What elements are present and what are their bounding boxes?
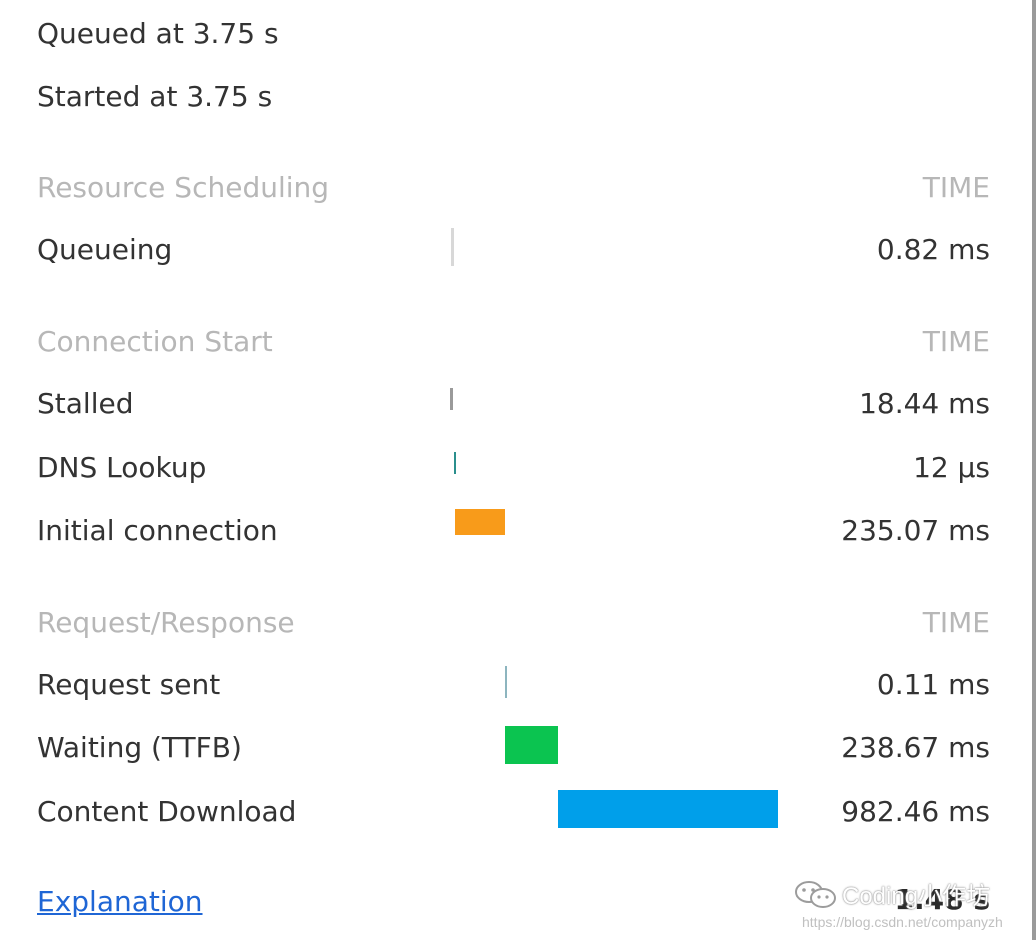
time-column-header: TIME [922,171,990,204]
timing-duration: 18.44 ms [859,387,990,420]
timing-duration: 235.07 ms [841,514,990,547]
section-title: Request/Response [37,606,295,639]
total-duration: 1.48 s [894,883,991,916]
timing-label: Content Download [37,795,297,828]
started-at-text: Started at 3.75 s [37,80,273,113]
timing-duration: 238.67 ms [841,731,990,764]
panel-right-border [1032,0,1036,940]
resource-scheduling-header: Resource Scheduling TIME [37,172,990,204]
timing-row-request-sent: Request sent 0.11 ms [37,663,990,709]
wechat-icon [795,881,836,908]
timing-row-initial-connection: Initial connection 235.07 ms [37,509,990,555]
timing-duration: 12 μs [913,451,990,484]
section-title: Connection Start [37,325,273,358]
timing-bar-waiting [505,726,558,764]
timing-row-dns-lookup: DNS Lookup 12 μs [37,446,990,492]
timing-bar-dns-lookup [454,452,456,474]
request-response-header: Request/Response TIME [37,607,990,639]
timing-row-waiting: Waiting (TTFB) 238.67 ms [37,726,990,772]
timing-label: Stalled [37,387,134,420]
timing-row-content-download: Content Download 982.46 ms [37,790,990,836]
timing-duration: 0.82 ms [876,233,990,266]
connection-start-header: Connection Start TIME [37,326,990,358]
queued-at-text: Queued at 3.75 s [37,17,279,50]
timing-row-queueing: Queueing 0.82 ms [37,228,990,274]
timing-duration: 982.46 ms [841,795,990,828]
time-column-header: TIME [922,325,990,358]
timing-bar-stalled [450,388,453,410]
timing-row-stalled: Stalled 18.44 ms [37,382,990,428]
timing-bar-initial-connection [455,509,505,535]
timing-label: Queueing [37,233,173,266]
timing-panel: Queued at 3.75 s Started at 3.75 s Resou… [0,0,1036,940]
timing-label: DNS Lookup [37,451,207,484]
section-title: Resource Scheduling [37,171,330,204]
timing-label: Waiting (TTFB) [37,731,242,764]
time-column-header: TIME [922,606,990,639]
watermark-url: https://blog.csdn.net/companyzh [802,914,1003,930]
timing-bar-request-sent [505,666,507,698]
timing-label: Request sent [37,668,221,701]
timing-bar-queueing [451,228,454,266]
timing-label: Initial connection [37,514,278,547]
timing-bar-content-download [558,790,778,828]
timing-duration: 0.11 ms [876,668,990,701]
explanation-link[interactable]: Explanation [37,888,203,916]
